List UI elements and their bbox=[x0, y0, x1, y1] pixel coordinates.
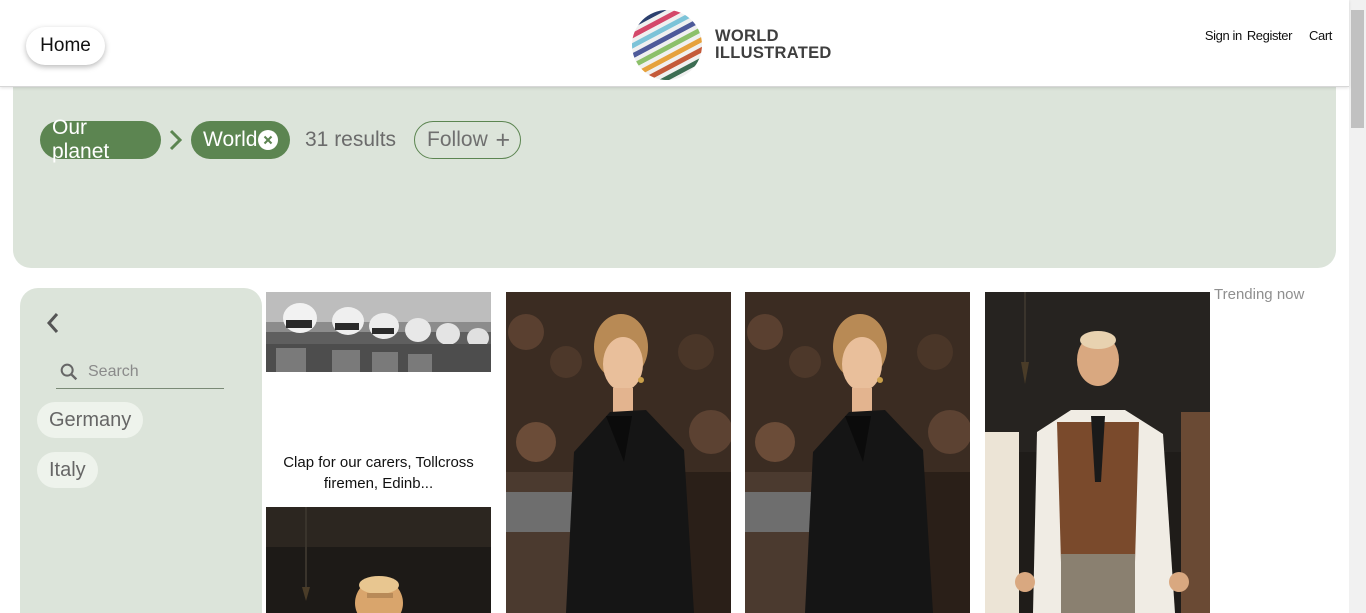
globe-logo-icon bbox=[631, 9, 703, 81]
register-link[interactable]: Register bbox=[1247, 28, 1293, 43]
photo-man-on-stage[interactable] bbox=[985, 292, 1210, 613]
site-header: Home WORLD ILLUSTRATED Sign in Register … bbox=[0, 0, 1349, 87]
close-circle-icon[interactable] bbox=[258, 130, 278, 150]
follow-button[interactable]: Follow + bbox=[414, 121, 522, 159]
photo-firemen[interactable] bbox=[266, 292, 491, 372]
follow-label: Follow bbox=[427, 128, 488, 151]
chevron-left-icon[interactable] bbox=[44, 310, 62, 336]
cart-link[interactable]: Cart bbox=[1309, 28, 1332, 43]
account-links: Sign in Register Cart bbox=[1205, 28, 1333, 43]
filter-panel: Our planet World 31 results Follow + bbox=[13, 87, 1336, 268]
page-scrollbar[interactable] bbox=[1349, 0, 1366, 613]
tag-italy[interactable]: Italy bbox=[37, 452, 98, 488]
photo-woman-premiere-1[interactable] bbox=[506, 292, 731, 613]
woman-1-photo-image bbox=[506, 292, 731, 613]
logo-line-2: ILLUSTRATED bbox=[715, 44, 832, 62]
chevron-right-icon bbox=[162, 121, 188, 159]
logo-wordmark: WORLD ILLUSTRATED bbox=[715, 28, 832, 62]
tag-germany[interactable]: Germany bbox=[37, 402, 144, 438]
search-box bbox=[56, 355, 224, 389]
scrollbar-thumb[interactable] bbox=[1351, 10, 1364, 128]
results-count: 31 results bbox=[305, 128, 397, 151]
crumb-world[interactable]: World bbox=[191, 121, 290, 159]
plus-icon: + bbox=[495, 125, 511, 154]
woman-2-photo-image bbox=[745, 292, 970, 613]
home-button[interactable]: Home bbox=[26, 27, 105, 65]
search-icon bbox=[60, 363, 78, 380]
photo-man-on-stage-small[interactable] bbox=[266, 507, 491, 613]
site-logo[interactable]: WORLD ILLUSTRATED bbox=[631, 9, 832, 81]
man-small-photo-image bbox=[266, 507, 491, 613]
man-photo-image bbox=[985, 292, 1210, 613]
photo-caption[interactable]: Clap for our carers, Tollcross firemen, … bbox=[266, 452, 491, 494]
trending-now-label: Trending now bbox=[1214, 286, 1305, 303]
page: Home WORLD ILLUSTRATED Sign in Register … bbox=[0, 0, 1366, 613]
firemen-photo-image bbox=[266, 292, 491, 372]
breadcrumb: Our planet World 31 results Follow + bbox=[40, 116, 522, 163]
crumb-world-label: World bbox=[203, 128, 258, 151]
logo-line-1: WORLD bbox=[715, 27, 779, 45]
crumb-our-planet[interactable]: Our planet bbox=[40, 116, 161, 163]
filter-sidebar: Germany Italy bbox=[20, 288, 262, 613]
photo-woman-premiere-2[interactable] bbox=[745, 292, 970, 613]
sign-in-link[interactable]: Sign in bbox=[1205, 28, 1242, 43]
search-input[interactable] bbox=[88, 362, 218, 381]
